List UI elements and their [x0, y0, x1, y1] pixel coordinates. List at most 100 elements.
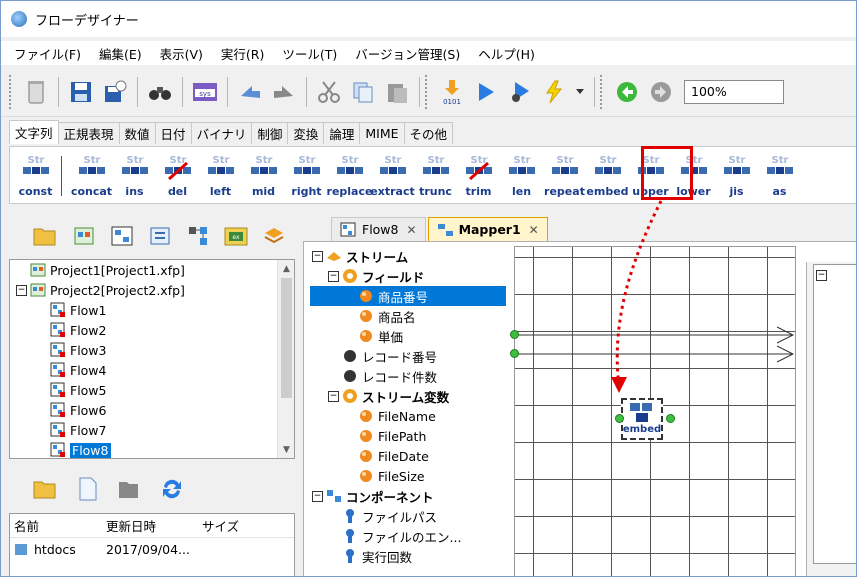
- tree-flow-item[interactable]: Flow6: [10, 400, 294, 420]
- stream-tree-item[interactable]: 単価: [310, 326, 506, 346]
- embed-node[interactable]: embed: [621, 398, 663, 440]
- run-icon[interactable]: [471, 77, 501, 107]
- menu-file[interactable]: ファイル(F): [5, 44, 90, 63]
- tree-project-item[interactable]: − Project2[Project2.xfp]: [10, 280, 294, 300]
- tab-logic[interactable]: 論理: [323, 122, 361, 144]
- new-project-icon[interactable]: [69, 221, 99, 251]
- refresh-icon[interactable]: [157, 474, 187, 504]
- column-name[interactable]: 名前: [10, 516, 102, 535]
- stream-tree-item[interactable]: 実行回数: [310, 546, 506, 566]
- stream-tree-item[interactable]: FileSize: [310, 466, 506, 486]
- function-repeat[interactable]: Str repeat: [543, 153, 586, 201]
- tab-control[interactable]: 制御: [251, 122, 289, 144]
- mapping-port[interactable]: [510, 349, 519, 358]
- layers-icon[interactable]: [259, 221, 289, 251]
- function-trim[interactable]: Str trim: [457, 153, 500, 201]
- tree-project-item[interactable]: Project1[Project1.xfp]: [10, 260, 294, 280]
- stream-tree-item[interactable]: − フィールド: [310, 266, 506, 286]
- collapse-icon[interactable]: −: [328, 390, 339, 402]
- stream-tree-item[interactable]: − ストリーム: [310, 246, 506, 266]
- function-jis[interactable]: Str jis: [715, 153, 758, 201]
- tree-flow-item[interactable]: Flow3: [10, 340, 294, 360]
- toolbar-grip[interactable]: [9, 74, 13, 109]
- stream-tree-item[interactable]: 商品番号: [310, 286, 506, 306]
- tab-flow8[interactable]: Flow8 ✕: [331, 217, 426, 241]
- save-as-icon[interactable]: [100, 77, 130, 107]
- new-flow-icon[interactable]: [107, 221, 137, 251]
- close-icon[interactable]: ✕: [407, 223, 417, 237]
- menu-tools[interactable]: ツール(T): [273, 44, 346, 63]
- compile-icon[interactable]: 0101: [437, 77, 467, 107]
- tree-flow-item[interactable]: Flow1: [10, 300, 294, 320]
- binoculars-icon[interactable]: [145, 77, 175, 107]
- collapse-icon[interactable]: −: [328, 270, 339, 282]
- stream-tree-item[interactable]: − コンポーネント: [310, 486, 506, 506]
- tree-flow-item[interactable]: Flow2: [10, 320, 294, 340]
- undo-icon[interactable]: [235, 77, 265, 107]
- collapse-icon[interactable]: −: [312, 490, 323, 502]
- lightning-icon[interactable]: [539, 77, 569, 107]
- tree-flow-item[interactable]: Flow4: [10, 360, 294, 380]
- tab-convert[interactable]: 変換: [287, 122, 325, 144]
- excel-icon[interactable]: ex: [221, 221, 251, 251]
- stream-tree-item[interactable]: FileName: [310, 406, 506, 426]
- open-folder-icon[interactable]: [31, 474, 61, 504]
- list-item[interactable]: htdocs 2017/09/04...: [10, 538, 294, 560]
- column-size[interactable]: サイズ: [198, 516, 278, 535]
- function-del[interactable]: Str del: [156, 153, 199, 201]
- stream-tree-item[interactable]: FilePath: [310, 426, 506, 446]
- stream-tree-item[interactable]: ファイルのエン...: [310, 526, 506, 546]
- menu-view[interactable]: 表示(V): [151, 44, 212, 63]
- function-extract[interactable]: Str extract: [370, 153, 414, 201]
- mapping-port[interactable]: [510, 330, 519, 339]
- function-embed[interactable]: Str embed: [586, 153, 629, 201]
- redo-icon[interactable]: [269, 77, 299, 107]
- tree-flow-item[interactable]: Flow5: [10, 380, 294, 400]
- menu-edit[interactable]: 編集(E): [90, 44, 151, 63]
- function-len[interactable]: Str len: [500, 153, 543, 201]
- folder-action-icon[interactable]: [115, 474, 145, 504]
- tab-binary[interactable]: バイナリ: [190, 122, 253, 144]
- sys-settings-icon[interactable]: sys: [190, 77, 220, 107]
- paste-icon[interactable]: [382, 77, 412, 107]
- project-tree-scrollbar[interactable]: ▲ ▼: [277, 260, 294, 458]
- function-trunc[interactable]: Str trunc: [414, 153, 457, 201]
- tab-mapper1[interactable]: Mapper1 ✕: [427, 217, 548, 241]
- collapse-icon[interactable]: −: [816, 269, 827, 281]
- back-icon[interactable]: [612, 77, 642, 107]
- copy-icon[interactable]: [348, 77, 378, 107]
- close-icon[interactable]: ✕: [529, 223, 539, 237]
- open-folder-icon[interactable]: [31, 221, 61, 251]
- forward-icon[interactable]: [646, 77, 676, 107]
- menu-version-control[interactable]: バージョン管理(S): [346, 44, 469, 63]
- stream-tree-item[interactable]: − ストリーム変数: [310, 386, 506, 406]
- function-ins[interactable]: Str ins: [113, 153, 156, 201]
- tab-string[interactable]: 文字列: [9, 120, 59, 144]
- tree-flow-item[interactable]: Flow8: [10, 440, 294, 458]
- collapse-icon[interactable]: −: [16, 284, 27, 296]
- target-root[interactable]: −: [814, 265, 856, 285]
- input-port[interactable]: [615, 414, 624, 423]
- function-replace[interactable]: Str replace: [327, 153, 373, 201]
- recycle-bin-icon[interactable]: [21, 77, 51, 107]
- tab-regex[interactable]: 正規表現: [57, 122, 120, 144]
- stream-tree-item[interactable]: 商品名: [310, 306, 506, 326]
- function-const[interactable]: Str const: [14, 153, 57, 201]
- scroll-thumb[interactable]: [281, 278, 292, 398]
- function-left[interactable]: Str left: [199, 153, 242, 201]
- stream-tree-item[interactable]: レコード番号: [310, 346, 506, 366]
- toolbar-grip[interactable]: [600, 74, 604, 109]
- stream-tree-item[interactable]: FileDate: [310, 446, 506, 466]
- function-concat[interactable]: Str concat: [70, 153, 113, 201]
- zoom-input[interactable]: 100%: [684, 79, 784, 104]
- tree-flow-item[interactable]: Flow7: [10, 420, 294, 440]
- tab-number[interactable]: 数値: [118, 122, 156, 144]
- tab-date[interactable]: 日付: [154, 122, 192, 144]
- output-port[interactable]: [666, 414, 675, 423]
- debug-icon[interactable]: [505, 77, 535, 107]
- scroll-down-icon[interactable]: ▼: [278, 441, 294, 458]
- tab-mime[interactable]: MIME: [359, 122, 405, 144]
- menu-run[interactable]: 実行(R): [212, 44, 273, 63]
- scroll-up-icon[interactable]: ▲: [278, 260, 294, 277]
- function-mid[interactable]: Str mid: [242, 153, 285, 201]
